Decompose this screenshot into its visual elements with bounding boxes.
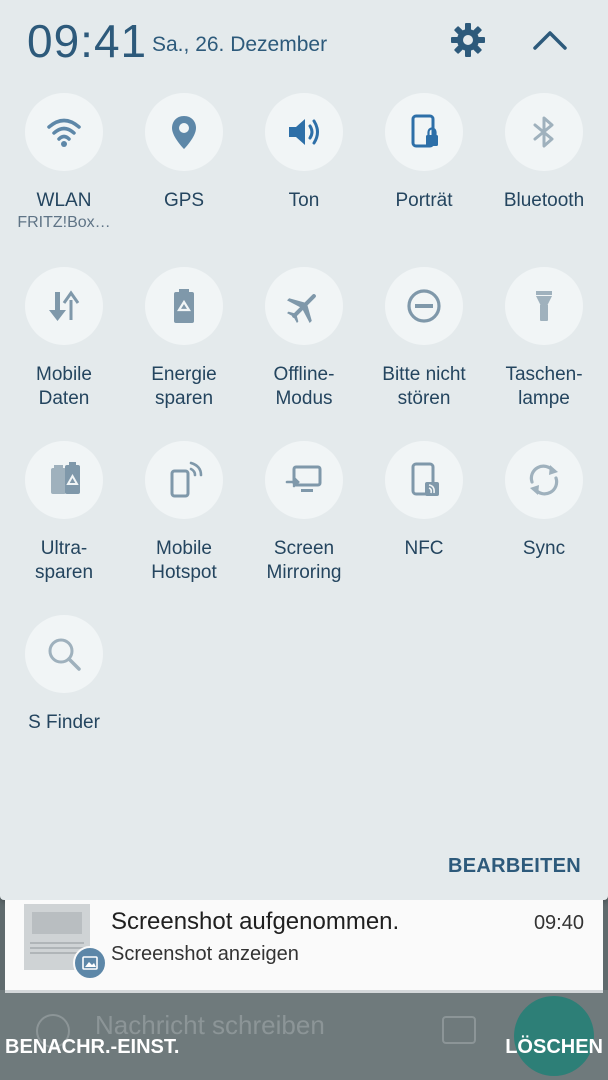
tile-nfc[interactable]: NFC xyxy=(364,441,484,561)
image-icon xyxy=(73,946,107,980)
ultra-battery-icon xyxy=(25,441,103,519)
tile-s-finder[interactable]: S Finder xyxy=(4,615,124,735)
tile-label: Ton xyxy=(288,190,320,211)
nfc-icon xyxy=(385,441,463,519)
clock: 09:41 xyxy=(27,15,148,67)
tile-taschenlampe[interactable]: Taschen- lampe xyxy=(484,267,604,411)
wifi-icon xyxy=(25,93,103,171)
tile-label: Sync xyxy=(522,538,566,559)
tile-bitte-nicht-stoeren[interactable]: Bitte nicht stören xyxy=(364,267,484,411)
tile-label: Energie sparen xyxy=(151,364,217,409)
tile-label: Mobile Daten xyxy=(36,364,92,409)
notification-card[interactable]: Screenshot aufgenommen. Screenshot anzei… xyxy=(5,900,603,993)
do-not-disturb-icon xyxy=(385,267,463,345)
data-arrows-icon xyxy=(25,267,103,345)
quick-settings-panel: 09:41 Sa., 26. Dezember WLAN FRITZ!Box… xyxy=(0,0,608,900)
tile-label: GPS xyxy=(163,190,205,211)
portrait-lock-icon xyxy=(385,93,463,171)
tile-ultra-sparen[interactable]: Ultra- sparen xyxy=(4,441,124,585)
tile-sync[interactable]: Sync xyxy=(484,441,604,561)
tile-wlan[interactable]: WLAN FRITZ!Box… xyxy=(4,93,124,232)
hotspot-icon xyxy=(145,441,223,519)
tile-mobile-hotspot[interactable]: Mobile Hotspot xyxy=(124,441,244,585)
tile-offline-modus[interactable]: Offline- Modus xyxy=(244,267,364,411)
tile-label: Offline- Modus xyxy=(273,364,335,409)
tile-energie-sparen[interactable]: Energie sparen xyxy=(124,267,244,411)
tile-gps[interactable]: GPS xyxy=(124,93,244,213)
sync-icon xyxy=(505,441,583,519)
notification-settings-button[interactable]: BENACHR.-EINST. xyxy=(5,1036,179,1059)
speaker-icon xyxy=(265,93,343,171)
tile-label: NFC xyxy=(404,538,444,559)
tile-label: Mobile Hotspot xyxy=(151,538,217,583)
camera-icon xyxy=(442,1016,476,1044)
tile-label: Porträt xyxy=(395,190,453,211)
clear-button[interactable]: LÖSCHEN xyxy=(505,1036,603,1059)
airplane-icon xyxy=(265,267,343,345)
date: Sa., 26. Dezember xyxy=(152,33,328,56)
tile-ton[interactable]: Ton xyxy=(244,93,364,213)
screen-mirror-icon xyxy=(265,441,343,519)
tile-label: Screen Mirroring xyxy=(266,538,342,583)
tile-label: S Finder xyxy=(28,712,100,733)
tile-screen-mirroring[interactable]: Screen Mirroring xyxy=(244,441,364,585)
tile-portrait[interactable]: Porträt xyxy=(364,93,484,213)
battery-recycle-icon xyxy=(145,267,223,345)
notification-time: 09:40 xyxy=(533,912,584,934)
tile-label: Ultra- sparen xyxy=(34,538,94,583)
tile-mobile-data[interactable]: Mobile Daten xyxy=(4,267,124,411)
notification-title: Screenshot aufgenommen. xyxy=(111,908,400,935)
tile-bluetooth[interactable]: Bluetooth xyxy=(484,93,604,213)
tile-label: Bluetooth xyxy=(503,190,585,211)
tile-label: Bitte nicht stören xyxy=(382,364,466,409)
tile-label: WLAN xyxy=(36,190,92,211)
gear-icon[interactable] xyxy=(448,20,488,60)
location-pin-icon xyxy=(145,93,223,171)
notification-text: Screenshot anzeigen xyxy=(111,943,299,965)
edit-button[interactable]: BEARBEITEN xyxy=(448,855,581,878)
tile-sublabel: FRITZ!Box… xyxy=(17,214,111,231)
flashlight-icon xyxy=(505,267,583,345)
tile-label: Taschen- lampe xyxy=(505,364,583,409)
bluetooth-icon xyxy=(505,93,583,171)
chevron-up-icon[interactable] xyxy=(530,22,570,58)
search-icon xyxy=(25,615,103,693)
